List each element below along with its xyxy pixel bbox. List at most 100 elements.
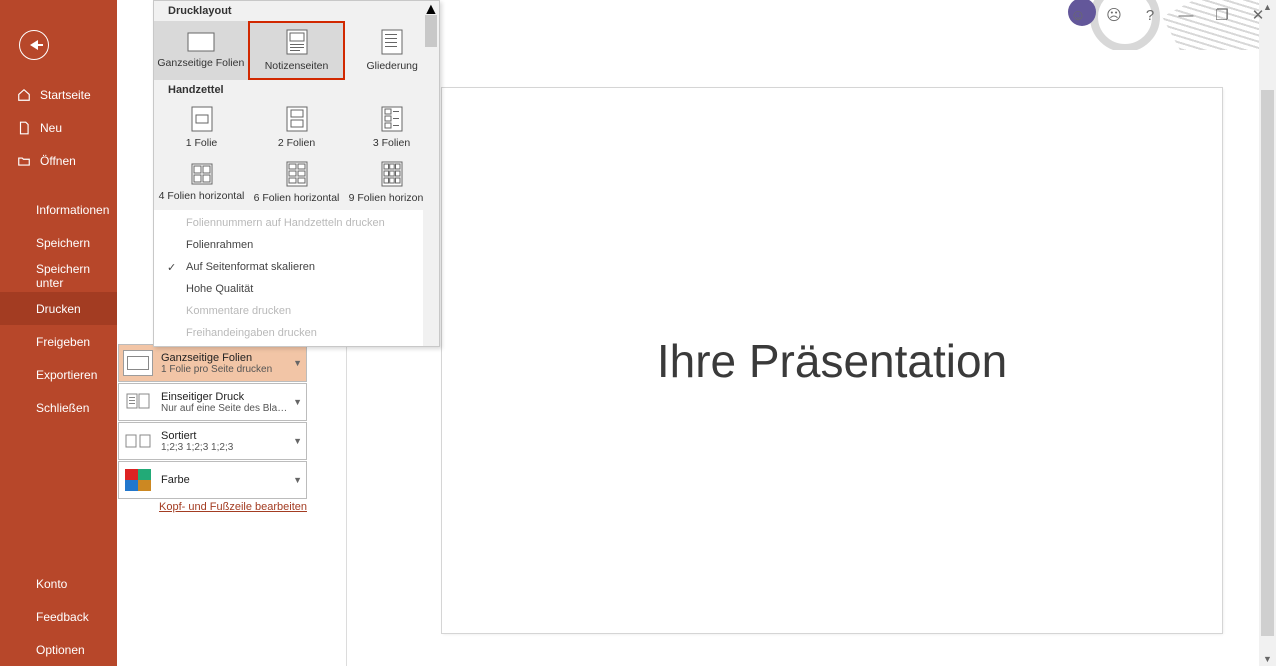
dd-notes-label: Notizenseiten — [265, 60, 329, 72]
close-button[interactable]: ✕ — [1240, 3, 1276, 27]
nav-save[interactable]: Speichern — [0, 226, 117, 259]
nav-account-label: Konto — [36, 577, 67, 591]
dd-1slide[interactable]: 1 Folie — [154, 100, 249, 155]
help-icon[interactable]: ? — [1132, 3, 1168, 27]
scroll-down-icon: ▼ — [1259, 654, 1276, 664]
window-chrome: ☺ ☹ ? — ❐ ✕ — [1060, 0, 1276, 30]
nav-home[interactable]: Startseite — [0, 78, 117, 111]
handout1-icon — [191, 106, 213, 132]
layout-line1: Ganzseitige Folien — [161, 352, 289, 364]
nav-print-label: Drucken — [36, 302, 81, 316]
sides-line2: Nur auf eine Seite des Blatts... — [161, 403, 289, 414]
nav-save-label: Speichern — [36, 236, 90, 250]
home-icon — [17, 88, 31, 102]
nav-info-label: Informationen — [36, 203, 109, 217]
header-footer-link[interactable]: Kopf- und Fußzeile bearbeiten — [117, 501, 309, 513]
dd-fullpage-slides[interactable]: Ganzseitige Folien — [154, 21, 248, 80]
outline-icon — [381, 29, 403, 55]
nav-export[interactable]: Exportieren — [0, 358, 117, 391]
color-selector[interactable]: Farbe ▼ — [118, 461, 307, 499]
collate-line1: Sortiert — [161, 430, 289, 442]
collate-line2: 1;2;3 1;2;3 1;2;3 — [161, 442, 289, 453]
dd-6h-label: 6 Folien horizontal — [254, 192, 340, 204]
minimize-button[interactable]: — — [1168, 3, 1204, 27]
back-button[interactable] — [19, 30, 49, 60]
nav-share[interactable]: Freigeben — [0, 325, 117, 358]
frown-icon[interactable]: ☹ — [1096, 3, 1132, 27]
nav-open-label: Öffnen — [40, 154, 76, 168]
nav-options-label: Optionen — [36, 643, 85, 657]
dd-2slides-label: 2 Folien — [278, 137, 315, 149]
print-preview: ☺ ☹ ? — ❐ ✕ Ihre Präsentation ▲ ▼ — [347, 0, 1276, 666]
dd-notes-pages[interactable]: Notizenseiten — [248, 21, 346, 80]
slide-title: Ihre Präsentation — [657, 334, 1007, 388]
dd-opt-comments: Kommentare drucken — [154, 300, 439, 322]
nav-close-label: Schließen — [36, 401, 89, 415]
nav-info[interactable]: Informationen — [0, 193, 117, 226]
dd-1slide-label: 1 Folie — [186, 137, 218, 149]
dd-6h[interactable]: 6 Folien horizontal — [249, 155, 344, 210]
backstage-sidebar: Startseite Neu Öffnen Informationen Spei… — [0, 0, 117, 666]
nav-open[interactable]: Öffnen — [0, 144, 117, 177]
smile-icon[interactable]: ☺ — [1060, 3, 1096, 27]
nav-saveas-label: Speichern unter — [36, 262, 117, 290]
slide-preview: Ihre Präsentation — [442, 88, 1222, 633]
nav-account[interactable]: Konto — [0, 567, 117, 600]
nav-print[interactable]: Drucken — [0, 292, 117, 325]
dd-9h-label: 9 Folien horizontal — [349, 192, 435, 204]
dd-fullpage-label: Ganzseitige Folien — [157, 57, 244, 69]
preview-scrollbar[interactable]: ▲ ▼ — [1259, 0, 1276, 666]
color-line1: Farbe — [161, 474, 289, 486]
dd-outline-label: Gliederung — [366, 60, 417, 72]
arrow-left-icon — [30, 40, 38, 50]
dd-3slides-label: 3 Folien — [373, 137, 410, 149]
chevron-down-icon: ▼ — [293, 436, 302, 446]
dd-opt-frame[interactable]: Folienrahmen — [154, 234, 439, 256]
handout4-icon — [191, 163, 213, 185]
dd-opt-scale-label: Auf Seitenformat skalieren — [186, 261, 315, 273]
nav-feedback[interactable]: Feedback — [0, 600, 117, 633]
check-icon: ✓ — [167, 261, 176, 274]
handout3-icon — [381, 106, 403, 132]
nav-saveas[interactable]: Speichern unter — [0, 259, 117, 292]
dd-opt-hq[interactable]: Hohe Qualität — [154, 278, 439, 300]
dd-2slides[interactable]: 2 Folien — [249, 100, 344, 155]
layout-line2: 1 Folie pro Seite drucken — [161, 364, 289, 375]
collate-icon — [123, 428, 153, 454]
nav-options[interactable]: Optionen — [0, 633, 117, 666]
nav-new[interactable]: Neu — [0, 111, 117, 144]
dd-opt-scale[interactable]: ✓ Auf Seitenformat skalieren — [154, 256, 439, 278]
onesided-icon — [123, 389, 153, 415]
restore-button[interactable]: ❐ — [1204, 3, 1240, 27]
nav-home-label: Startseite — [40, 88, 91, 102]
nav-close[interactable]: Schließen — [0, 391, 117, 424]
color-icon — [123, 467, 153, 493]
collate-selector[interactable]: Sortiert 1;2;3 1;2;3 1;2;3 ▼ — [118, 422, 307, 460]
nav-share-label: Freigeben — [36, 335, 90, 349]
layout-selector[interactable]: Ganzseitige Folien 1 Folie pro Seite dru… — [118, 344, 307, 382]
dd-title-handout: Handzettel — [154, 80, 439, 100]
sides-line1: Einseitiger Druck — [161, 391, 289, 403]
notes-icon — [286, 29, 308, 55]
nav-new-label: Neu — [40, 121, 62, 135]
scroll-thumb[interactable] — [425, 15, 437, 47]
layout-dropdown: Drucklayout Ganzseitige Folien Notizense… — [153, 0, 440, 347]
handout6-icon — [286, 161, 308, 187]
slide-icon — [123, 350, 153, 376]
folder-open-icon — [17, 154, 31, 168]
fullpage-icon — [187, 32, 215, 52]
document-icon — [17, 121, 31, 135]
nav-feedback-label: Feedback — [36, 610, 89, 624]
dd-opt-slidenum: Foliennummern auf Handzetteln drucken — [154, 212, 439, 234]
sidebar-bottom-group: Konto Feedback Optionen — [0, 567, 117, 666]
chevron-down-icon: ▼ — [293, 358, 302, 368]
dd-4h[interactable]: 4 Folien horizontal — [154, 155, 249, 210]
chevron-down-icon: ▼ — [293, 397, 302, 407]
dd-opt-ink: Freihandeingaben drucken — [154, 322, 439, 344]
dd-4h-label: 4 Folien horizontal — [159, 190, 245, 202]
chevron-down-icon: ▼ — [293, 475, 302, 485]
dd-title-layout: Drucklayout — [154, 1, 439, 21]
scroll-thumb[interactable] — [1261, 90, 1274, 636]
sides-selector[interactable]: Einseitiger Druck Nur auf eine Seite des… — [118, 383, 307, 421]
dropdown-scrollbar[interactable]: ▲ ▼ — [423, 1, 439, 346]
